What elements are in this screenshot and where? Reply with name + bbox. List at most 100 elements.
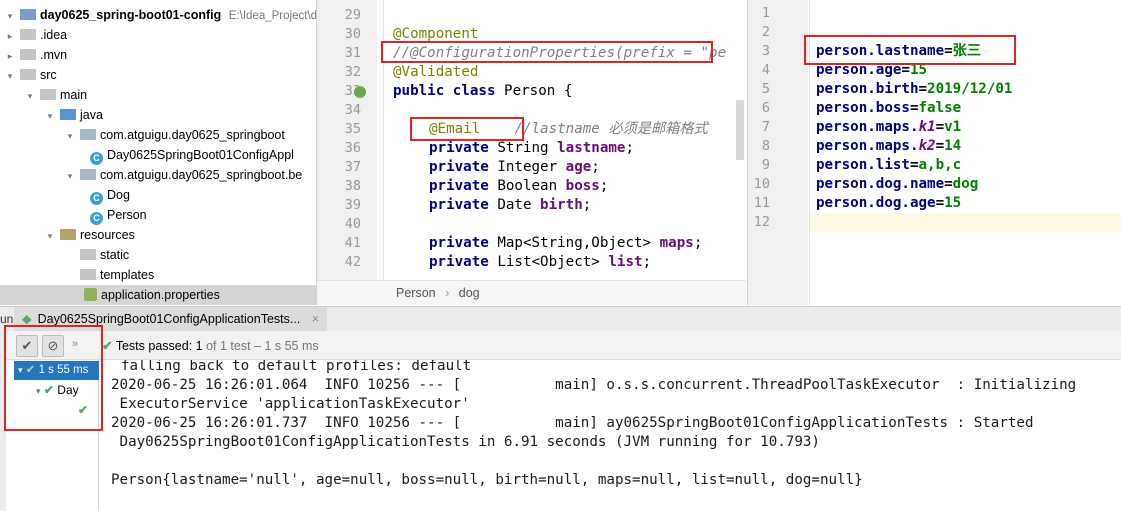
prop-map-key: k1 (918, 119, 936, 135)
code-line-30: @Component (393, 25, 478, 44)
prop-value: 15 (909, 62, 928, 78)
code-line-38: private Boolean boss; (429, 177, 608, 196)
breadcrumb-field[interactable]: dog (459, 286, 480, 300)
java-editor[interactable]: 29 30 31 32 33 34 35 36 37 38 39 40 41 4… (317, 0, 746, 305)
module-folder-icon (20, 9, 36, 20)
console-output[interactable]: falling back to default profiles: defaul… (99, 360, 1121, 511)
tree-item-application-properties[interactable]: application.properties (0, 285, 316, 305)
chevron-down-icon[interactable]: ▾ (64, 126, 76, 146)
properties-editor[interactable]: 1 2 3 4 5 6 7 8 9 10 11 12 person.lastna… (747, 0, 1121, 305)
tree-item-idea[interactable]: ▸ .idea (4, 25, 67, 45)
show-ignored-toggle[interactable]: ⊘ (42, 335, 64, 357)
chevron-down-icon[interactable]: ▾ (18, 365, 23, 375)
close-icon[interactable]: × (312, 312, 319, 326)
prop-line-boss: person.boss=false (816, 99, 961, 118)
line-number: 37 (344, 159, 361, 175)
modifier: private (429, 197, 489, 213)
more-icon[interactable]: » (72, 338, 78, 350)
chevron-down-icon[interactable]: ▾ (64, 166, 76, 186)
line-number: 42 (344, 254, 361, 270)
tree-item-package[interactable]: ▾ com.atguigu.day0625_springboot (64, 125, 285, 145)
line-number: 41 (344, 235, 361, 251)
test-tree-root[interactable]: ▾ ✔ 1 s 55 ms (14, 361, 101, 380)
line-number: 5 (761, 81, 770, 97)
tree-item-label: resources (80, 228, 135, 242)
tree-root[interactable]: ▾ day0625_spring-boot01-config E:\Idea_Pr… (4, 5, 316, 26)
chevron-down-icon[interactable]: ▾ (36, 386, 41, 396)
prop-key: person.maps. (816, 119, 919, 135)
tree-item-java[interactable]: ▾ java (44, 105, 103, 125)
editor-scrollbar[interactable] (736, 100, 744, 160)
tree-item-main[interactable]: ▾ main (24, 85, 87, 105)
tree-item-label: main (60, 88, 88, 102)
line-number: 6 (761, 100, 770, 116)
component-annotation: @Component (393, 26, 479, 42)
console-line: falling back to default profiles: defaul… (121, 360, 472, 374)
line-number: 11 (753, 195, 770, 211)
tree-item-resources[interactable]: ▾ resources (44, 225, 135, 245)
tree-item-templates[interactable]: templates (80, 265, 154, 285)
tree-item-static[interactable]: static (80, 245, 129, 265)
chevron-right-icon[interactable]: ▸ (4, 26, 16, 46)
code-line-36: private String lastname; (429, 139, 634, 158)
class-icon: C (90, 192, 103, 205)
line-number: 12 (753, 214, 770, 230)
tree-item-app-class[interactable]: C Day0625SpringBoot01ConfigAppl (90, 145, 294, 165)
field-type: Integer (488, 159, 566, 175)
code-line-33: public class Person { (393, 82, 572, 101)
console-line: Person{lastname='null', age=null, boss=n… (111, 472, 863, 488)
folder-icon (20, 49, 36, 60)
line-number: 38 (344, 178, 361, 194)
chevron-down-icon[interactable]: ▾ (44, 226, 56, 246)
line-number: 32 (344, 64, 361, 80)
show-passed-toggle[interactable]: ✔ (16, 335, 38, 357)
line-number: 31 (344, 45, 361, 61)
test-tree-class[interactable]: ▾ ✔ Day (36, 381, 79, 400)
chevron-down-icon[interactable]: ▾ (4, 6, 16, 26)
prop-equals: = (918, 81, 928, 97)
commented-annotation: //@ConfigurationProperties(prefix = "pe (393, 45, 727, 61)
email-annotation: @Email (429, 121, 481, 137)
spring-bean-icon[interactable] (354, 86, 366, 98)
chevron-down-icon[interactable]: ▾ (4, 66, 16, 86)
ignored-icon: ⊘ (47, 338, 59, 353)
run-panel-header: un: ◆ Day0625SpringBoot01ConfigApplicatio… (0, 306, 1121, 333)
prop-key: person.lastname (816, 43, 945, 59)
folder-icon (80, 249, 96, 260)
modifier: private (429, 140, 489, 156)
prop-value: a,b,c (918, 157, 962, 173)
run-config-tab[interactable]: ◆ Day0625SpringBoot01ConfigApplicationTes… (14, 307, 328, 333)
chevron-down-icon[interactable]: ▾ (24, 86, 36, 106)
spring-boot-class-icon: C (90, 152, 103, 165)
test-tree-method[interactable]: ✔ (78, 401, 88, 420)
tree-item-src[interactable]: ▾ src (4, 65, 57, 85)
semicolon: ; (599, 178, 609, 194)
prop-value: 14 (944, 138, 962, 154)
tree-item-mvn[interactable]: ▸ .mvn (4, 45, 67, 65)
breadcrumb-class[interactable]: Person (396, 286, 436, 300)
prop-line-lastname: person.lastname=张三 (816, 42, 981, 61)
prop-line-dog-age: person.dog.age=15 (816, 194, 961, 213)
line-number: 1 (761, 5, 770, 21)
prop-key: person.birth (816, 81, 919, 97)
line-number: 10 (753, 176, 770, 192)
prop-line-list: person.list=a,b,c (816, 156, 961, 175)
code-line-39: private Date birth; (429, 196, 591, 215)
tree-item-person[interactable]: C Person (90, 205, 147, 225)
folder-icon (80, 269, 96, 280)
modifier: private (429, 159, 489, 175)
line-number: 30 (344, 26, 361, 42)
prop-equals: = (935, 195, 945, 211)
tree-item-dog[interactable]: C Dog (90, 185, 130, 205)
tree-item-label: application.properties (101, 288, 220, 302)
chevron-down-icon[interactable]: ▾ (44, 106, 56, 126)
chevron-right-icon[interactable]: ▸ (4, 46, 16, 66)
code-line-32: @Validated (393, 63, 478, 82)
source-folder-icon (60, 109, 76, 120)
code-line-37: private Integer age; (429, 158, 600, 177)
console-line: Day0625SpringBoot01ConfigApplicationTest… (111, 434, 820, 450)
gutter-divider (383, 0, 384, 280)
resources-folder-icon (60, 229, 76, 240)
breadcrumb-separator: › (445, 286, 450, 300)
tree-item-bean-package[interactable]: ▾ com.atguigu.day0625_springboot.be (64, 165, 303, 186)
